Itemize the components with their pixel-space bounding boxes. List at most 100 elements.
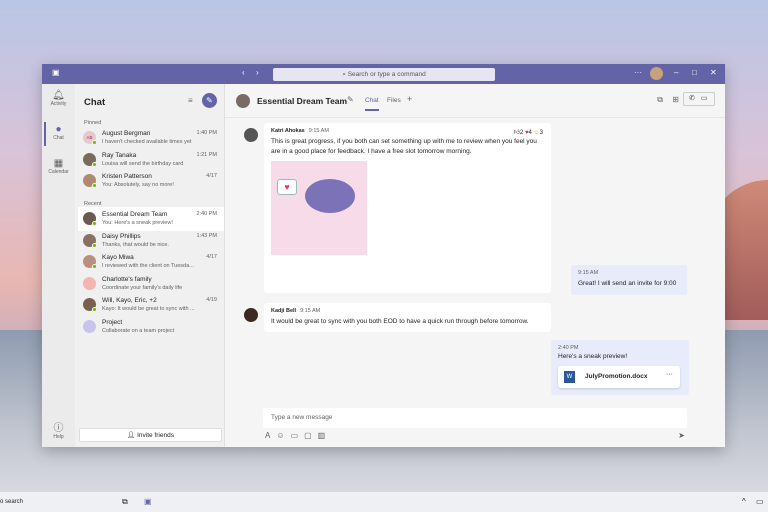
reaction-count: 3 (539, 130, 543, 136)
message-mine: 2:40 PM Here's a sneak preview! W JulyPr… (551, 340, 689, 395)
more-icon[interactable]: ··· (634, 68, 642, 77)
reaction-count: 2 (519, 130, 524, 136)
word-file-icon: W (564, 371, 575, 383)
sender-name: Katri Ahokas (271, 128, 305, 134)
message-time: 9:15 AM (300, 308, 321, 314)
teams-taskbar-icon[interactable]: ▣ (144, 492, 152, 512)
message-mine: 9:15 AM Great! I will send an invite for… (571, 265, 687, 295)
teams-logo-icon: ▣ (52, 68, 60, 77)
chat-icon: ● (55, 124, 62, 135)
chat-preview: I haven't checked available times yet (102, 139, 192, 145)
phone-icon[interactable]: ✆ (689, 95, 701, 102)
calendar-icon: ▦ (53, 158, 64, 169)
teams-window: ▣ ‹ › ⌕ Search or type a command ··· – □… (42, 64, 725, 447)
presence-icon (92, 221, 97, 226)
chat-list-item[interactable]: Project Collaborate on a team project (78, 315, 224, 339)
add-tab-icon[interactable]: + (407, 94, 412, 104)
chat-preview: Louisa will send the birthday card (102, 160, 184, 167)
message: Katri Ahokas 9:15 AM 👍︎2 ♥4 ☺3 This is gr… (264, 123, 551, 293)
chat-list-item[interactable]: Essential Dream Team You: Here's a sneak… (78, 207, 224, 231)
message-text: Here's a sneak preview! (558, 353, 628, 360)
gif-icon[interactable]: ▭ (291, 431, 305, 440)
invite-friends-button[interactable]: 👤︎ Invite friends (79, 428, 222, 442)
rail-label: Help (53, 434, 64, 440)
rail-chat[interactable]: ● Chat (42, 118, 75, 152)
back-icon[interactable]: ‹ (242, 68, 245, 77)
chat-preview: Collaborate on a team project (102, 327, 175, 334)
reactions[interactable]: 👍︎2 ♥4 ☺3 (514, 128, 543, 136)
chat-tray-icon[interactable]: ▭ (756, 492, 764, 512)
chat-time: 1:40 PM (196, 130, 217, 136)
conversation-title: Essential Dream Team (257, 96, 348, 106)
chat-name: Charlotte's family (102, 275, 152, 283)
chat-name: August Bergman (102, 130, 151, 137)
popout-icon[interactable]: ⧉ (657, 95, 663, 105)
filter-icon[interactable]: ≡ (188, 96, 193, 105)
task-view-icon[interactable]: ⧉ (122, 492, 128, 512)
search-input[interactable]: ⌕ Search or type a command (273, 68, 495, 81)
conversation-header: Essential Dream Team ✎ Chat Files + ⧉ ⊞ … (225, 84, 725, 118)
chat-time: 1:21 PM (196, 151, 217, 158)
tab-files[interactable]: Files (387, 97, 401, 104)
rail-calendar[interactable]: ▦ Calendar (42, 152, 75, 186)
rail-label: Activity (50, 101, 67, 107)
new-chat-button[interactable]: ✎ (202, 93, 217, 108)
message-text: Great! I will send an invite for 9:00 (578, 280, 677, 287)
video-icon[interactable]: ▭ (701, 95, 714, 102)
chat-time: 1:43 PM (196, 232, 217, 239)
presence-icon (92, 161, 97, 167)
sticker-icon[interactable]: ▢ (304, 431, 318, 440)
taskbar: o search ⧉ ▣ ^ ▭ (0, 492, 768, 512)
close-icon[interactable]: ✕ (710, 68, 717, 77)
chat-list-item[interactable]: Daisy Phillips Thanks, that would be nic… (78, 229, 224, 253)
message-placeholder: Type a new message (271, 414, 333, 421)
message-time: 9:15 AM (578, 270, 599, 276)
message-input[interactable]: Type a new message (263, 408, 687, 428)
tab-chat[interactable]: Chat (365, 97, 379, 111)
chat-list-title: Chat (84, 97, 106, 108)
avatar[interactable] (650, 67, 663, 80)
chat-list-item[interactable]: Charlotte's family Coordinate your famil… (78, 272, 224, 296)
edit-icon[interactable]: ✎ (347, 95, 354, 104)
chat-list: Chat ≡ ✎ Pinned AB August Bergman I have… (75, 84, 225, 447)
taskbar-search[interactable]: o search (0, 492, 23, 512)
message-text: This is great progress, if you both can … (271, 138, 537, 155)
chat-list-item[interactable]: AB August Bergman I haven't checked avai… (78, 126, 224, 150)
forward-icon[interactable]: › (256, 68, 259, 77)
maximize-icon[interactable]: □ (692, 68, 697, 77)
rail-label: Chat (53, 135, 64, 141)
chat-list-item[interactable]: Kayo Miwa I reviewed with the client on … (78, 250, 224, 274)
chat-list-item[interactable]: Kristen Patterson You: Absolutely, say n… (78, 169, 224, 193)
chat-list-item[interactable]: Will, Kayo, Eric, +2 Kayo: It would be g… (78, 293, 224, 317)
bell-icon: 🔔︎ (52, 90, 65, 101)
whale-sticker-image[interactable]: ♥ (271, 161, 367, 255)
chat-name: Essential Dream Team (102, 211, 168, 218)
chat-list-item[interactable]: Ray Tanaka Louisa will send the birthday… (78, 148, 224, 172)
minimize-icon[interactable]: – (674, 68, 678, 77)
emoji-icon[interactable]: ☺ (276, 431, 290, 440)
file-name: JulyPromotion.docx (585, 373, 648, 380)
rail-help[interactable]: ⓘ Help (42, 413, 75, 447)
app-rail: 🔔︎ Activity ● Chat ▦ Calendar ⓘ Help (42, 84, 75, 447)
file-attachment[interactable]: W JulyPromotion.docx ··· (558, 366, 680, 388)
chat-name: Kristen Patterson (102, 173, 152, 180)
message: Kadji Bell 9:15 AM It would be great to s… (264, 303, 551, 332)
chat-preview: Coordinate your family's daily life (102, 284, 183, 291)
help-icon: ⓘ (53, 423, 64, 434)
tray-chevron-icon[interactable]: ^ (742, 492, 746, 512)
send-icon[interactable]: ➤ (678, 431, 685, 440)
presence-icon (92, 140, 97, 145)
format-icon[interactable]: A (265, 431, 276, 440)
title-bar: ▣ ‹ › ⌕ Search or type a command ··· – □… (42, 64, 725, 84)
rail-label: Calendar (48, 169, 69, 175)
rail-activity[interactable]: 🔔︎ Activity (42, 84, 75, 118)
call-buttons[interactable]: ✆▭ (683, 92, 715, 106)
chat-time: 4/17 (206, 173, 217, 179)
poll-icon[interactable]: ▥ (318, 431, 332, 440)
participants-icon[interactable]: ⊞ (672, 95, 679, 104)
conversation: Essential Dream Team ✎ Chat Files + ⧉ ⊞ … (225, 84, 725, 447)
avatar (83, 319, 96, 333)
file-more-icon[interactable]: ··· (666, 371, 673, 378)
presence-icon (92, 307, 97, 312)
chat-name: Project (102, 318, 123, 326)
